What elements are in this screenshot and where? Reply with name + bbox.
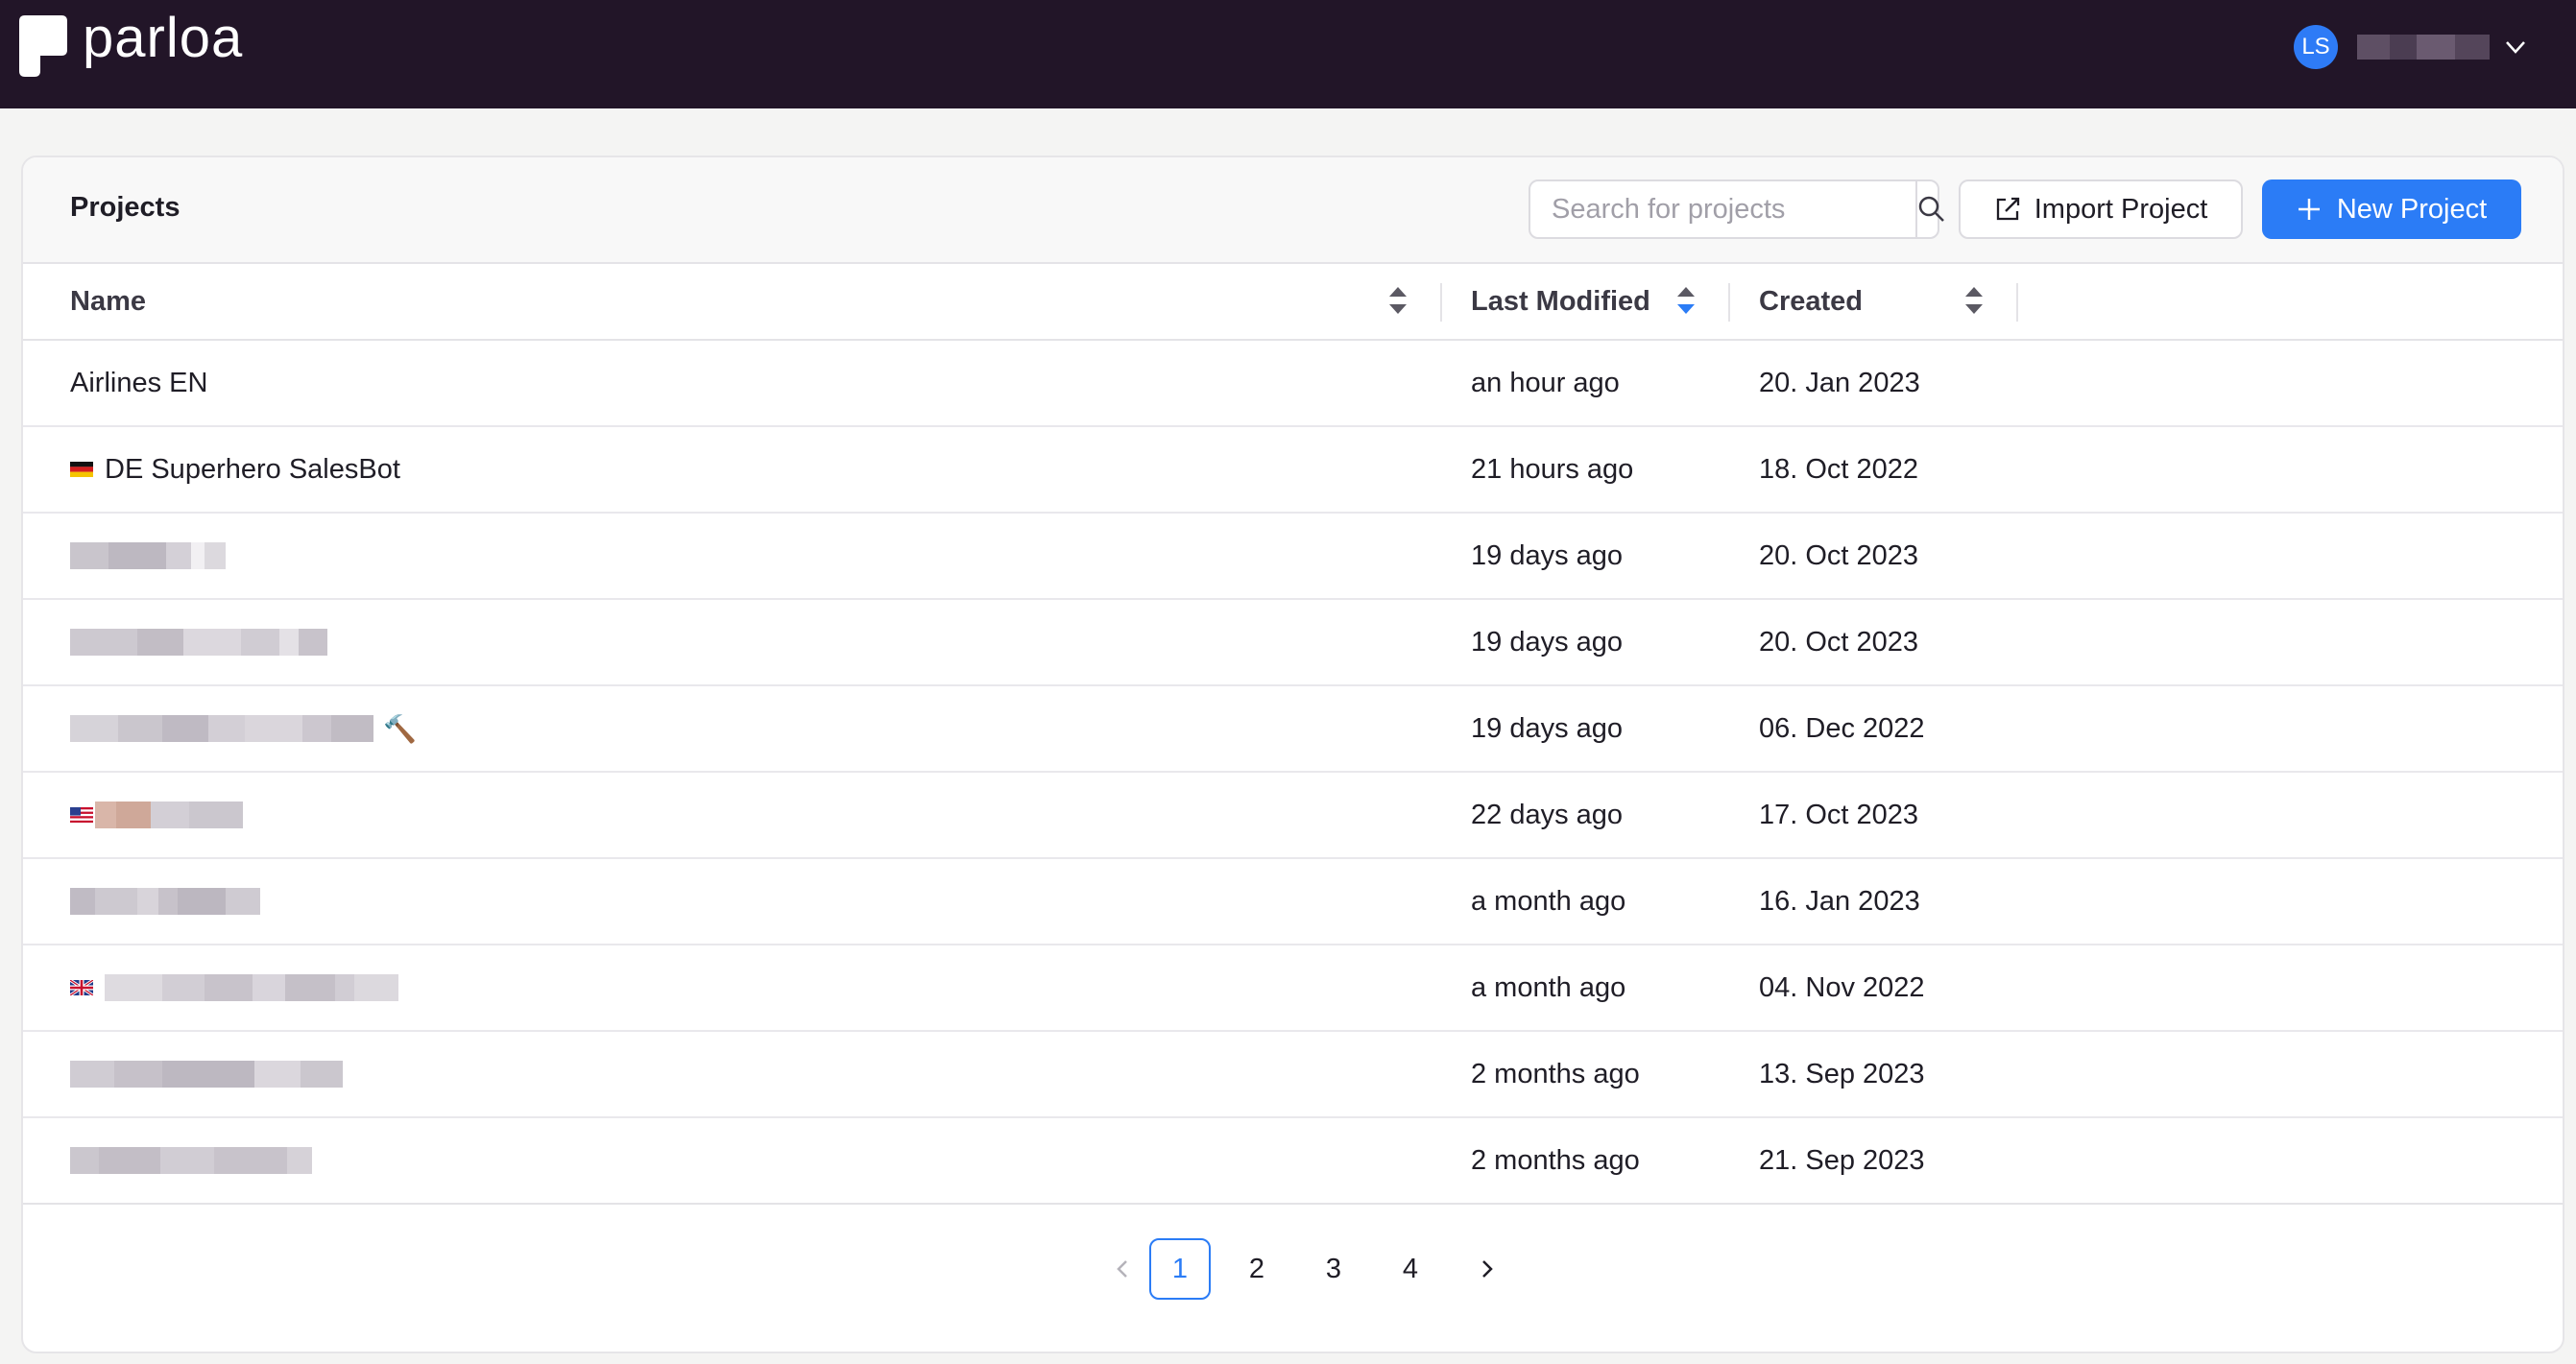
table-row[interactable]: 2 months ago 21. Sep 2023 — [23, 1118, 2563, 1205]
next-page-button[interactable] — [1457, 1238, 1518, 1300]
column-header-last-modified[interactable]: Last Modified — [1471, 264, 1650, 339]
table-row[interactable]: 🔨 19 days ago 06. Dec 2022 — [23, 686, 2563, 773]
search-icon — [1918, 196, 1944, 222]
sort-icon-active[interactable] — [1674, 281, 1697, 320]
created-date: 20. Jan 2023 — [1759, 367, 1920, 398]
user-name-redacted — [2357, 35, 2490, 60]
projects-header: Projects Import Project New Project — [23, 157, 2563, 264]
project-name[interactable]: Airlines EN — [70, 341, 207, 425]
project-name-redacted[interactable] — [70, 1032, 343, 1116]
created-date: 20. Oct 2023 — [1759, 539, 1919, 571]
table-row[interactable]: DE Superhero SalesBot 21 hours ago 18. O… — [23, 427, 2563, 514]
last-modified: 21 hours ago — [1471, 453, 1634, 485]
last-modified: 2 months ago — [1471, 1058, 1640, 1089]
project-name-redacted[interactable] — [70, 600, 327, 684]
project-search — [1529, 179, 1944, 239]
page-button-3[interactable]: 3 — [1303, 1238, 1364, 1300]
project-name-cell[interactable] — [70, 945, 398, 1030]
table-row[interactable]: 22 days ago 17. Oct 2023 — [23, 773, 2563, 859]
table-row[interactable]: a month ago 04. Nov 2022 — [23, 945, 2563, 1032]
table-row[interactable]: a month ago 16. Jan 2023 — [23, 859, 2563, 945]
table-row[interactable]: 19 days ago 20. Oct 2023 — [23, 600, 2563, 686]
top-bar: parloa LS — [0, 0, 2576, 108]
last-modified: an hour ago — [1471, 367, 1620, 398]
last-modified: 19 days ago — [1471, 626, 1624, 658]
created-date: 20. Oct 2023 — [1759, 626, 1919, 658]
project-name-cell[interactable]: DE Superhero SalesBot — [70, 427, 400, 512]
new-project-label: New Project — [2336, 193, 2488, 225]
projects-card: Projects Import Project New Project — [21, 156, 2564, 1353]
import-project-button[interactable]: Import Project — [1959, 179, 2243, 239]
table-row[interactable]: Airlines EN an hour ago 20. Jan 2023 — [23, 341, 2563, 427]
previous-page-button[interactable] — [1092, 1238, 1153, 1300]
table-row[interactable]: 19 days ago 20. Oct 2023 — [23, 514, 2563, 600]
sort-icon[interactable] — [1386, 281, 1409, 320]
table-header: Name Last Modified Created — [23, 264, 2563, 341]
parloa-logo-icon — [19, 15, 67, 77]
column-header-name[interactable]: Name — [70, 264, 146, 339]
project-name-redacted[interactable] — [70, 859, 260, 944]
search-button[interactable] — [1915, 181, 1946, 237]
last-modified: 19 days ago — [1471, 539, 1624, 571]
table-row[interactable]: 2 months ago 13. Sep 2023 — [23, 1032, 2563, 1118]
column-divider — [2016, 283, 2018, 322]
chevron-right-icon — [1482, 1260, 1493, 1278]
created-date: 21. Sep 2023 — [1759, 1144, 1925, 1176]
last-modified: a month ago — [1471, 885, 1626, 917]
column-divider — [1728, 283, 1730, 322]
chevron-left-icon — [1117, 1260, 1127, 1278]
chevron-down-icon[interactable] — [2503, 35, 2528, 60]
last-modified: 19 days ago — [1471, 712, 1624, 744]
created-date: 06. Dec 2022 — [1759, 712, 1925, 744]
import-icon — [1996, 197, 2019, 221]
created-date: 17. Oct 2023 — [1759, 799, 1919, 830]
page-button-2[interactable]: 2 — [1226, 1238, 1288, 1300]
last-modified: a month ago — [1471, 971, 1626, 1003]
page-button-1[interactable]: 1 — [1149, 1238, 1211, 1300]
project-name-cell[interactable]: 🔨 — [70, 686, 417, 771]
pagination: 1 2 3 4 — [23, 1238, 2563, 1302]
created-date: 04. Nov 2022 — [1759, 971, 1925, 1003]
us-flag-icon — [70, 807, 93, 823]
project-name-redacted — [70, 715, 373, 742]
project-name-redacted — [105, 974, 398, 1001]
created-date: 18. Oct 2022 — [1759, 453, 1919, 485]
last-modified: 22 days ago — [1471, 799, 1624, 830]
import-project-label: Import Project — [2034, 193, 2208, 225]
avatar[interactable]: LS — [2294, 25, 2338, 69]
created-date: 13. Sep 2023 — [1759, 1058, 1925, 1089]
de-flag-icon — [70, 462, 93, 477]
search-input[interactable] — [1530, 181, 1915, 237]
project-name-cell[interactable] — [70, 773, 243, 857]
new-project-button[interactable]: New Project — [2262, 179, 2521, 239]
brand-name: parloa — [83, 7, 244, 69]
plus-icon — [2298, 199, 2320, 220]
project-name-redacted[interactable] — [70, 1118, 312, 1203]
parloa-logo[interactable]: parloa — [19, 11, 243, 77]
project-name-redacted — [95, 802, 243, 828]
page-button-4[interactable]: 4 — [1380, 1238, 1441, 1300]
uk-flag-icon — [70, 980, 93, 995]
hammer-icon: 🔨 — [383, 713, 417, 744]
page-title: Projects — [70, 192, 181, 223]
created-date: 16. Jan 2023 — [1759, 885, 1920, 917]
project-name: DE Superhero SalesBot — [105, 453, 400, 485]
last-modified: 2 months ago — [1471, 1144, 1640, 1176]
sort-icon[interactable] — [1962, 281, 1986, 320]
project-name-redacted[interactable] — [70, 514, 226, 598]
column-divider — [1440, 283, 1442, 322]
user-menu[interactable]: LS — [2294, 25, 2528, 69]
column-header-created[interactable]: Created — [1759, 264, 1863, 339]
